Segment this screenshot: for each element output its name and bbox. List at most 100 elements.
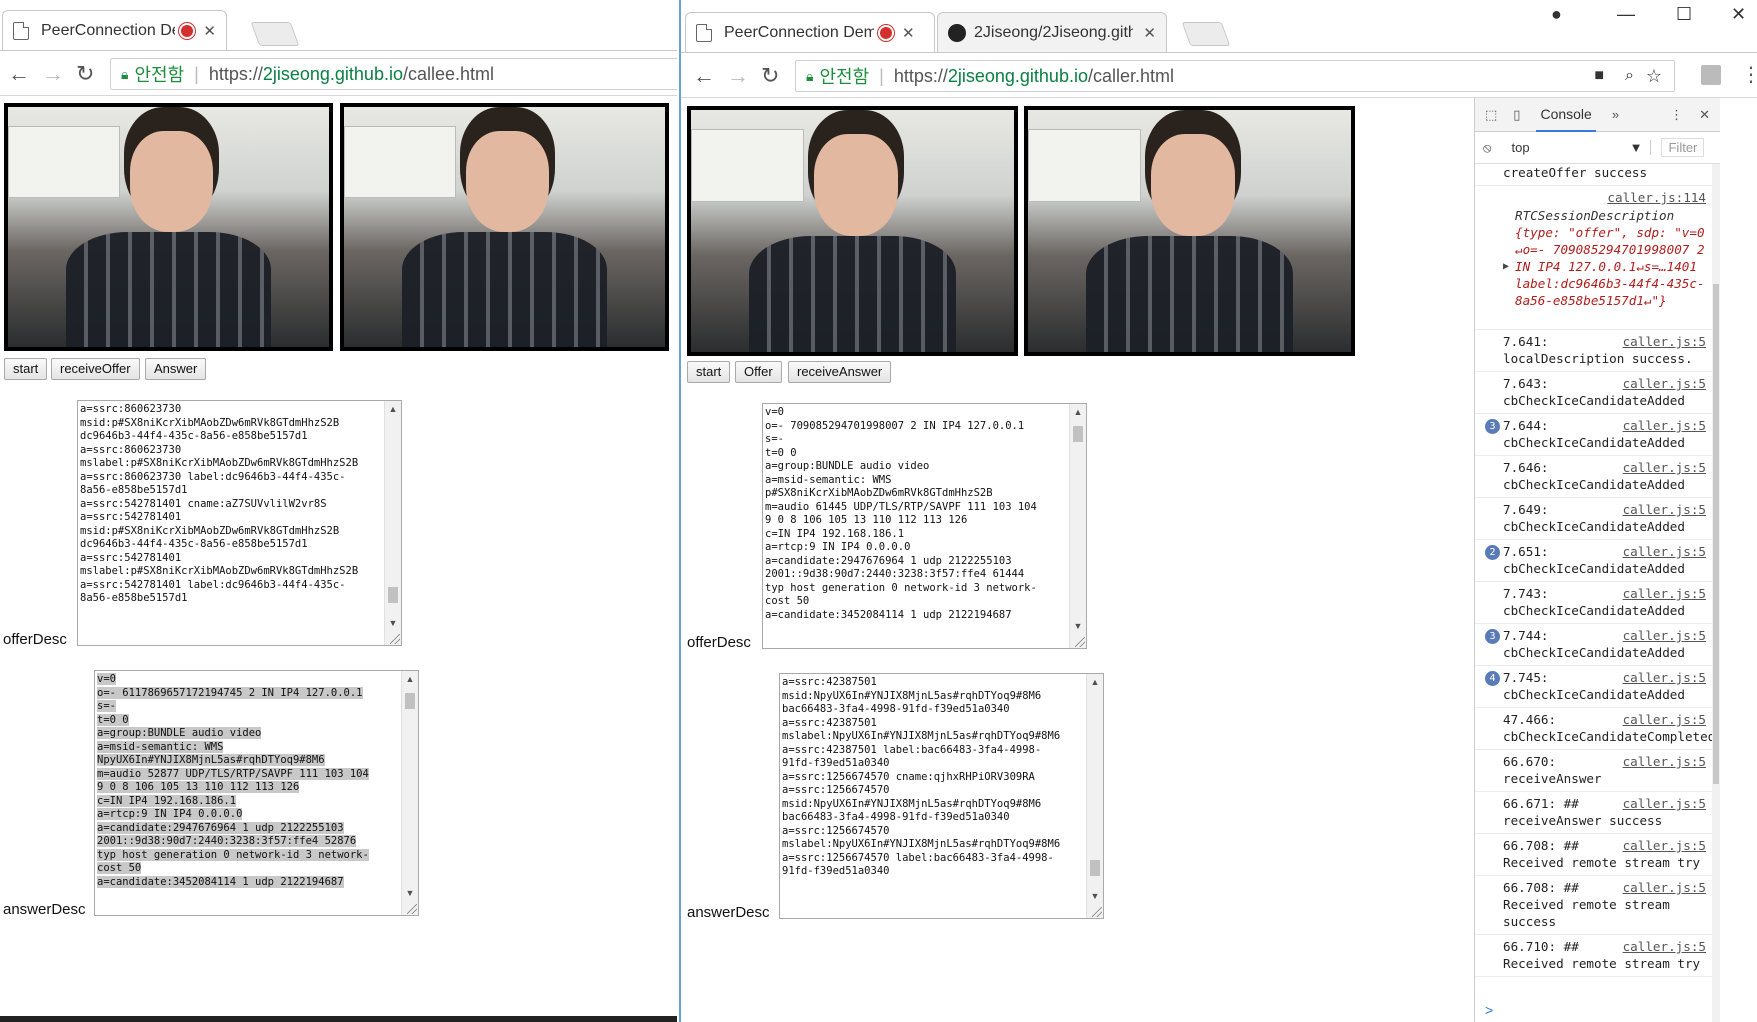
source-link[interactable]: caller.js:5 — [1623, 501, 1706, 518]
local-video — [687, 106, 1018, 356]
tab-title: PeerConnection Demo — [41, 21, 175, 39]
log-text: cbCheckIceCandidateAdded — [1503, 645, 1685, 660]
answer-desc-textarea[interactable]: a=ssrc:42387501 msid:NpyUX6In#YNJIX8MjnL… — [779, 673, 1104, 919]
log-text: cbCheckIceCandidateAdded — [1503, 687, 1685, 702]
source-link[interactable]: caller.js:5 — [1623, 459, 1706, 476]
console-message: caller.js:5 7.646: cbCheckIceCandidateAdde… — [1475, 456, 1712, 498]
more-tabs-icon[interactable]: » — [1612, 107, 1619, 122]
address-bar: ← → ↻ 🔒︎ 안전함 | https://2jiseong.github.i… — [0, 50, 677, 96]
source-link[interactable]: caller.js:114 — [1607, 189, 1706, 206]
close-tab-icon[interactable]: ✕ — [902, 24, 915, 42]
device-toggle-icon[interactable]: ▯ — [1513, 107, 1520, 123]
scrollbar[interactable]: ▲ ▼ — [401, 671, 418, 915]
local-video — [4, 103, 333, 351]
back-icon[interactable]: ← — [8, 61, 30, 87]
clear-console-icon[interactable]: ⦸ — [1483, 140, 1491, 156]
source-link[interactable]: caller.js:5 — [1623, 417, 1706, 434]
answer-desc-label: answerDesc — [3, 901, 86, 918]
bookmark-star-icon[interactable]: ☆ — [1646, 66, 1662, 87]
github-icon — [948, 23, 966, 42]
lock-icon: 🔒︎ — [121, 65, 129, 82]
resize-grip[interactable] — [1075, 637, 1085, 647]
scrollbar[interactable]: ▲ ▼ — [1069, 404, 1086, 648]
repeat-count-badge: 3 — [1485, 629, 1500, 644]
log-text: cbCheckIceCandidateAdded — [1503, 393, 1685, 408]
tab-github[interactable]: 2Jiseong/2Jiseong.github.io ✕ — [937, 12, 1167, 52]
console-message: caller.js:5 47.466: cbCheckIceCandidateCom… — [1475, 708, 1712, 750]
source-link[interactable]: caller.js:5 — [1623, 711, 1706, 728]
offer-desc-textarea[interactable]: a=ssrc:860623730 msid:p#SX8niKcrXibMAobZ… — [77, 400, 402, 646]
source-link[interactable]: caller.js:5 — [1623, 938, 1706, 955]
url-text: https://2jiseong.github.io/callee.html — [208, 63, 495, 84]
source-link[interactable]: caller.js:5 — [1623, 627, 1706, 644]
reload-icon[interactable]: ↻ — [761, 63, 779, 89]
source-link[interactable]: caller.js:5 — [1623, 795, 1706, 812]
answer-desc-textarea[interactable]: v=0 o=- 6117869657172194745 2 IN IP4 127… — [94, 670, 419, 916]
console-scrollbar[interactable] — [1712, 164, 1720, 1022]
tab-callee[interactable]: PeerConnection Demo ✕ — [2, 10, 227, 50]
start-button[interactable]: start — [4, 358, 48, 380]
object-preview: RTCSessionDescription {type: "offer", sd… — [1515, 208, 1705, 308]
source-link[interactable]: caller.js:5 — [1623, 753, 1706, 770]
maximize-icon[interactable]: ☐ — [1676, 4, 1692, 25]
console-message: caller.js:5 66.708: ## Received remote str… — [1475, 876, 1712, 935]
filter-input[interactable]: Filter — [1661, 138, 1705, 157]
caller-window: PeerConnection Demo ✕ 2Jiseong/2Jiseong.… — [679, 0, 1757, 1022]
minimize-icon[interactable]: — — [1617, 4, 1635, 25]
profile-icon[interactable]: ● — [1551, 4, 1562, 25]
source-link[interactable]: caller.js:5 — [1623, 585, 1706, 602]
devtools-panel: ⬚ ▯ Console » ⋮ ✕ ⦸ top ▼ Filter createOf… — [1474, 98, 1720, 1022]
resize-grip[interactable] — [407, 904, 417, 914]
new-tab-button[interactable] — [250, 22, 300, 46]
back-icon[interactable]: ← — [693, 63, 715, 89]
source-link[interactable]: caller.js:5 — [1623, 375, 1706, 392]
answer-button[interactable]: Answer — [145, 358, 207, 380]
console-message: 2 caller.js:5 7.651: cbCheckIceCandidateAdd… — [1475, 540, 1712, 582]
close-window-icon[interactable]: ✕ — [1731, 4, 1746, 25]
reload-icon[interactable]: ↻ — [76, 61, 94, 87]
url-field[interactable]: 🔒︎ 안전함 | https://2jiseong.github.io/call… — [795, 60, 1675, 92]
offer-desc-textarea[interactable]: v=0 o=- 709085294701998007 2 IN IP4 127.… — [762, 403, 1087, 649]
close-tab-icon[interactable]: ✕ — [203, 22, 216, 40]
inspect-icon[interactable]: ⬚ — [1485, 107, 1497, 123]
context-select[interactable]: top ▼ — [1501, 140, 1652, 155]
secure-label: 안전함 — [819, 67, 870, 87]
log-text: cbCheckIceCandidateAdded — [1503, 603, 1685, 618]
source-link[interactable]: caller.js:5 — [1623, 669, 1706, 686]
forward-icon[interactable]: → — [42, 61, 64, 87]
offer-desc-label: offerDesc — [3, 631, 67, 648]
resize-grip[interactable] — [1092, 907, 1102, 917]
devtools-menu-icon[interactable]: ⋮ — [1670, 107, 1683, 123]
source-link[interactable]: caller.js:5 — [1623, 837, 1706, 854]
console-object-message[interactable]: caller.js:114 ▶ RTCSessionDescription {t… — [1475, 186, 1712, 330]
log-text: cbCheckIceCandidateAdded — [1503, 435, 1685, 450]
camera-icon[interactable]: ■ — [1594, 67, 1604, 85]
receive-answer-button[interactable]: receiveAnswer — [788, 361, 892, 383]
console-prompt[interactable]: > — [1485, 1002, 1493, 1018]
menu-icon[interactable]: ⋮ — [1741, 62, 1757, 87]
log-text: cbCheckIceCandidateAdded — [1503, 519, 1685, 534]
resize-grip[interactable] — [390, 634, 400, 644]
console-message: createOffer success — [1475, 164, 1712, 186]
log-text: receiveAnswer — [1503, 771, 1602, 786]
tab-console[interactable]: Console — [1536, 98, 1596, 132]
extension-icon[interactable] — [1701, 65, 1721, 85]
repeat-count-badge: 3 — [1485, 419, 1500, 434]
new-tab-button[interactable] — [1181, 22, 1231, 46]
page-icon — [696, 23, 712, 42]
zoom-icon[interactable]: ⌕ — [1625, 67, 1634, 85]
start-button[interactable]: start — [687, 361, 731, 383]
close-tab-icon[interactable]: ✕ — [1143, 24, 1156, 42]
tab-caller[interactable]: PeerConnection Demo ✕ — [685, 12, 935, 52]
offer-button[interactable]: Offer — [735, 361, 782, 383]
forward-icon[interactable]: → — [727, 63, 749, 89]
source-link[interactable]: caller.js:5 — [1623, 333, 1706, 350]
scrollbar[interactable]: ▲ ▼ — [384, 401, 401, 645]
source-link[interactable]: caller.js:5 — [1623, 543, 1706, 560]
source-link[interactable]: caller.js:5 — [1623, 879, 1706, 896]
receive-offer-button[interactable]: receiveOffer — [51, 358, 140, 380]
url-field[interactable]: 🔒︎ 안전함 | https://2jiseong.github.io/call… — [110, 58, 677, 90]
close-devtools-icon[interactable]: ✕ — [1699, 107, 1710, 123]
scrollbar[interactable]: ▲ ▼ — [1086, 674, 1103, 918]
expand-triangle-icon[interactable]: ▶ — [1503, 258, 1509, 275]
